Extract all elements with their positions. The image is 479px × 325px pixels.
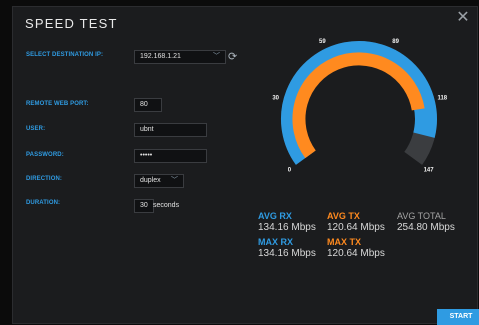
- avg-tx-stat: AVG TX 120.64 Mbps: [327, 211, 385, 233]
- gauge-tick-label: 118: [437, 96, 447, 102]
- gauge-tick-label: 30: [272, 96, 279, 102]
- gauge-tick-label: 0: [288, 168, 292, 174]
- avg-total-label: AVG TOTAL: [397, 211, 446, 221]
- gauge-tick-label: 59: [319, 39, 326, 45]
- max-rx-stat: MAX RX 134.16 Mbps: [258, 237, 316, 259]
- speed-test-dialog: SPEED TEST ✕ SELECT DESTINATION IP: REMO…: [12, 6, 479, 325]
- start-button[interactable]: START: [437, 309, 479, 325]
- max-tx-label: MAX TX: [327, 237, 362, 247]
- avg-total-stat: AVG TOTAL 254.80 Mbps: [397, 211, 455, 233]
- avg-rx-value: 134.16 Mbps: [258, 222, 316, 233]
- max-rx-label: MAX RX: [258, 237, 294, 247]
- max-rx-value: 134.16 Mbps: [258, 248, 316, 259]
- max-tx-stat: MAX TX 120.64 Mbps: [327, 237, 385, 259]
- gauge-tick-label: 147: [424, 168, 435, 174]
- avg-tx-value: 120.64 Mbps: [327, 222, 385, 233]
- max-tx-value: 120.64 Mbps: [327, 248, 385, 259]
- speed-gauge: 0 30 59 89 118 147: [272, 39, 447, 174]
- gauge-rx-arc: [281, 41, 437, 165]
- gauge-tx-arc: [292, 52, 425, 159]
- avg-total-value: 254.80 Mbps: [397, 222, 455, 233]
- avg-tx-label: AVG TX: [327, 211, 360, 221]
- gauge-tick-label: 89: [392, 39, 399, 45]
- avg-rx-stat: AVG RX 134.16 Mbps: [258, 211, 316, 233]
- avg-rx-label: AVG RX: [258, 211, 292, 221]
